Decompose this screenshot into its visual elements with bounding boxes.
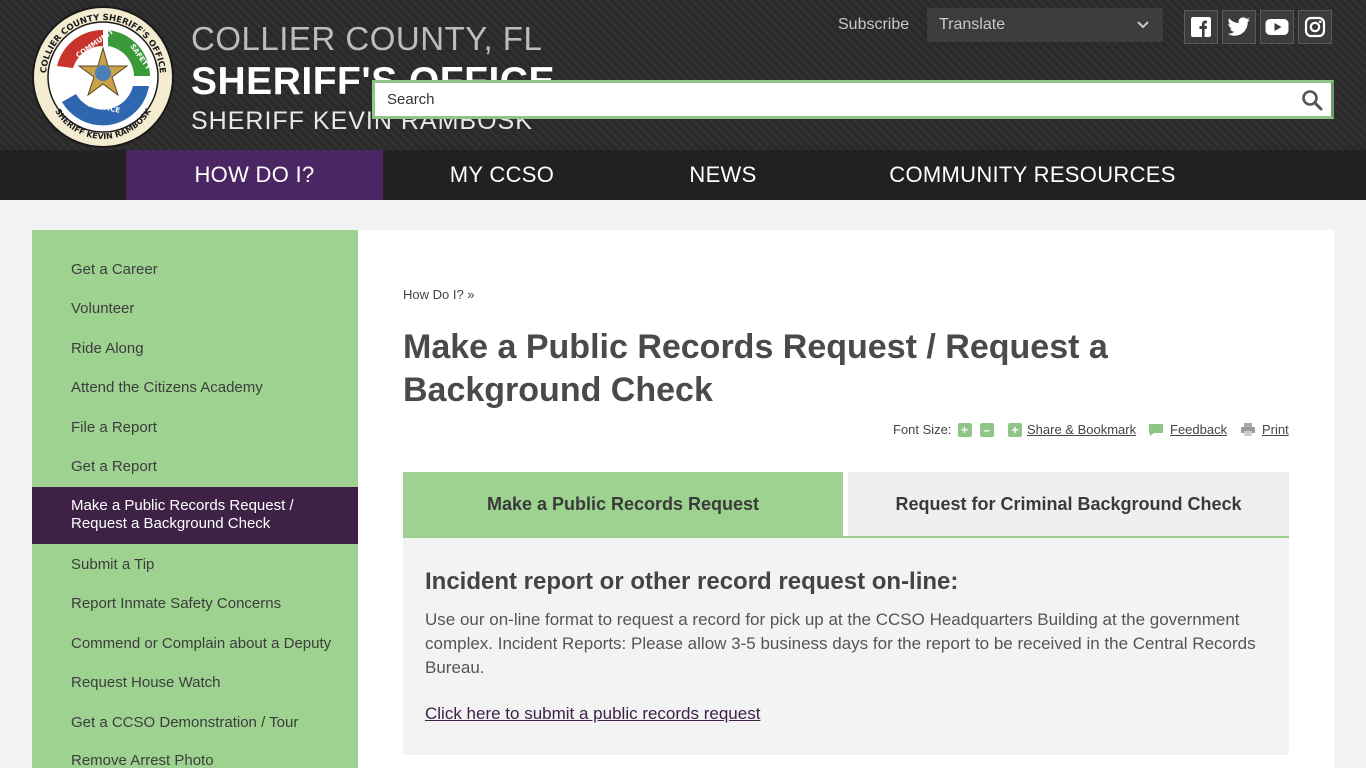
sidebar-item-volunteer[interactable]: Volunteer bbox=[32, 300, 358, 318]
instagram-button[interactable] bbox=[1298, 10, 1332, 44]
sheriff-seal-logo[interactable]: COLLIER COUNTY SHERIFF'S OFFICE SHERIFF … bbox=[32, 6, 174, 148]
twitter-button[interactable] bbox=[1222, 10, 1256, 44]
facebook-button[interactable] bbox=[1184, 10, 1218, 44]
search-icon[interactable] bbox=[1301, 89, 1323, 111]
nav-item-how-do-i[interactable]: HOW DO I? bbox=[126, 150, 383, 200]
instagram-icon bbox=[1304, 16, 1326, 38]
sidebar-item-citizens-academy[interactable]: Attend the Citizens Academy bbox=[32, 379, 358, 397]
youtube-icon bbox=[1265, 19, 1289, 35]
plus-icon: + bbox=[1008, 422, 1022, 437]
sidebar-item-file-a-report[interactable]: File a Report bbox=[32, 419, 358, 437]
nav-item-my-ccso[interactable]: MY CCSO bbox=[383, 150, 621, 200]
sidebar-item-commend-complain[interactable]: Commend or Complain about a Deputy bbox=[32, 635, 358, 653]
site-header: COLLIER COUNTY SHERIFF'S OFFICE SHERIFF … bbox=[0, 0, 1366, 150]
tab-panel: Incident report or other record request … bbox=[403, 538, 1289, 755]
translate-select[interactable]: Translate bbox=[927, 8, 1163, 42]
sidebar-item-house-watch[interactable]: Request House Watch bbox=[32, 674, 358, 692]
feedback-tool: Feedback bbox=[1148, 422, 1227, 437]
sidebar-item-remove-arrest-photo[interactable]: Remove Arrest Photo bbox=[32, 752, 358, 768]
search-input[interactable] bbox=[375, 83, 1331, 116]
translate-label: Translate bbox=[939, 16, 1006, 33]
chat-bubble-icon bbox=[1149, 423, 1163, 436]
print-tool: Print bbox=[1240, 422, 1289, 437]
font-size-tool: Font Size: + – bbox=[893, 422, 994, 437]
twitter-icon bbox=[1227, 17, 1250, 36]
facebook-icon bbox=[1191, 17, 1211, 37]
sidebar-item-get-a-career[interactable]: Get a Career bbox=[32, 261, 358, 279]
youtube-button[interactable] bbox=[1260, 10, 1294, 44]
search-box bbox=[372, 80, 1334, 119]
share-bookmark-link[interactable]: Share & Bookmark bbox=[1027, 422, 1136, 437]
main-content: How Do I? » Make a Public Records Reques… bbox=[358, 230, 1334, 768]
chevron-down-icon bbox=[1137, 21, 1149, 29]
font-increase-button[interactable]: + bbox=[957, 422, 972, 437]
breadcrumb[interactable]: How Do I? » bbox=[403, 287, 475, 302]
feedback-link[interactable]: Feedback bbox=[1170, 422, 1227, 437]
tab-criminal-background-check[interactable]: Request for Criminal Background Check bbox=[848, 472, 1289, 537]
nav-item-community-resources[interactable]: COMMUNITY RESOURCES bbox=[825, 150, 1240, 200]
sidebar-item-public-records-request[interactable]: Make a Public Records Request / Request … bbox=[32, 487, 358, 544]
sidebar-nav: Get a Career Volunteer Ride Along Attend… bbox=[32, 230, 358, 768]
brand-county[interactable]: COLLIER COUNTY, FL bbox=[191, 20, 542, 58]
print-link[interactable]: Print bbox=[1262, 422, 1289, 437]
sidebar-item-demonstration-tour[interactable]: Get a CCSO Demonstration / Tour bbox=[32, 714, 358, 732]
panel-heading: Incident report or other record request … bbox=[425, 568, 959, 595]
font-decrease-button[interactable]: – bbox=[979, 422, 994, 437]
sidebar-item-ride-along[interactable]: Ride Along bbox=[32, 340, 358, 358]
share-tool: + Share & Bookmark bbox=[1008, 422, 1136, 437]
sidebar-item-get-a-report[interactable]: Get a Report bbox=[32, 458, 358, 476]
sidebar-item-inmate-safety[interactable]: Report Inmate Safety Concerns bbox=[32, 595, 358, 613]
subscribe-link[interactable]: Subscribe bbox=[838, 16, 909, 34]
sidebar-item-submit-a-tip[interactable]: Submit a Tip bbox=[32, 556, 358, 574]
font-size-label: Font Size: bbox=[893, 422, 952, 437]
tab-public-records-request[interactable]: Make a Public Records Request bbox=[403, 472, 843, 537]
submit-records-request-link[interactable]: Click here to submit a public records re… bbox=[425, 704, 760, 724]
printer-icon bbox=[1241, 423, 1255, 436]
main-nav: HOW DO I? MY CCSO NEWS COMMUNITY RESOURC… bbox=[0, 150, 1366, 200]
panel-description: Use our on-line format to request a reco… bbox=[425, 610, 1256, 677]
page-title: Make a Public Records Request / Request … bbox=[403, 328, 1108, 409]
nav-item-news[interactable]: NEWS bbox=[621, 150, 825, 200]
